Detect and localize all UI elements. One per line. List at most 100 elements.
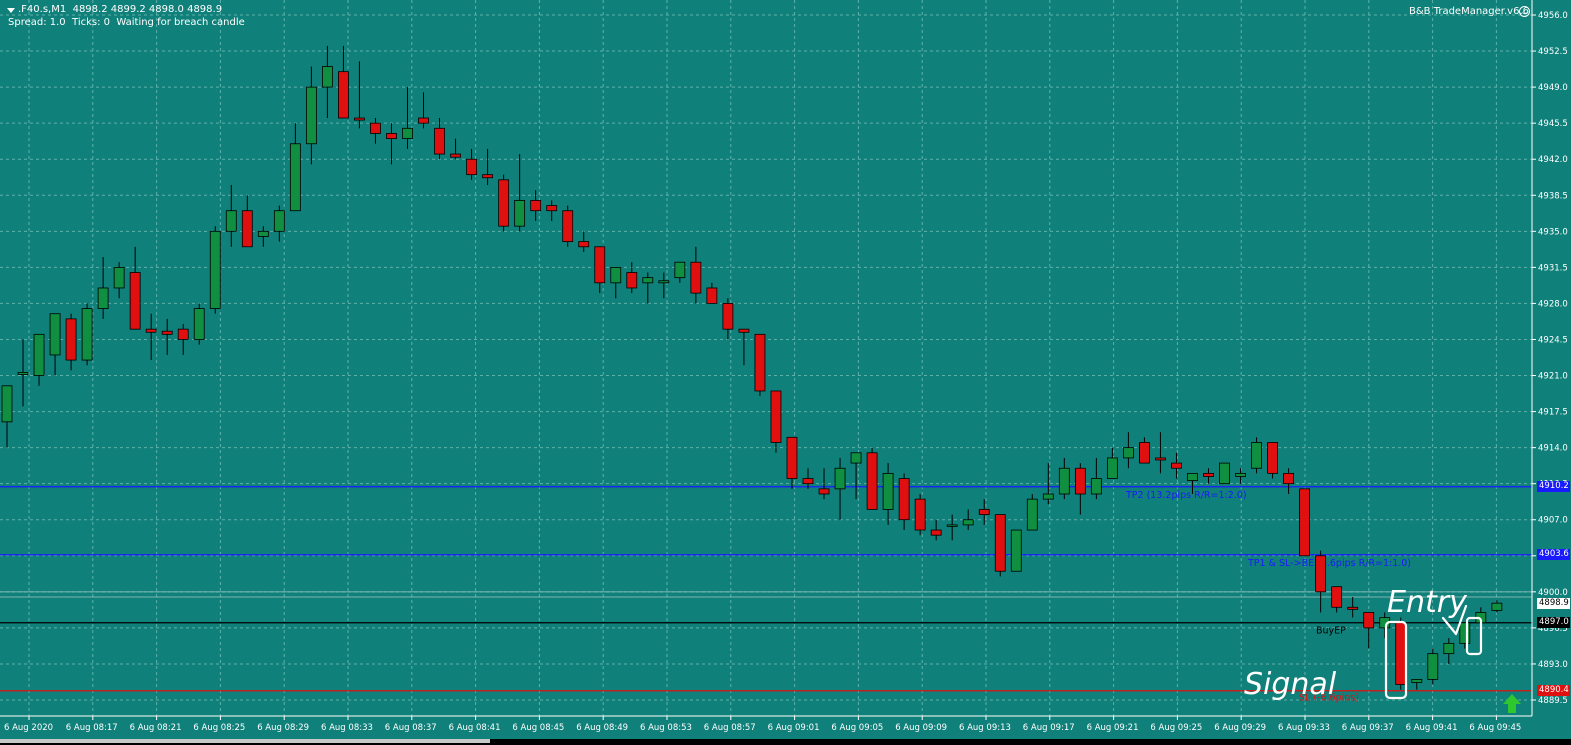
candle-body: [706, 287, 718, 304]
candle-body: [786, 436, 798, 479]
candle-body: [1139, 442, 1150, 464]
candle-body: [866, 452, 878, 510]
status-line: Spread: 1.0 Ticks: 0 Waiting for breach …: [8, 17, 245, 28]
horizontal-scrollbar[interactable]: [0, 739, 490, 743]
price-tick-label: 4938.5: [1538, 191, 1568, 201]
candle-body: [802, 478, 814, 485]
price-tick-label: 4924.5: [1538, 335, 1568, 345]
candle-body: [578, 241, 590, 248]
chart-menu-arrow-icon[interactable]: [7, 8, 15, 13]
time-tick-label: 6 Aug 09:25: [1150, 723, 1202, 733]
price-tick-label: 4956.0: [1538, 11, 1568, 21]
time-tick-label: 6 Aug 08:53: [640, 723, 692, 733]
hand-annotations: Signal Entry: [1244, 585, 1521, 713]
price-tick-label: 4917.5: [1538, 408, 1568, 418]
candle-body: [962, 519, 974, 526]
candle-body: [97, 287, 109, 309]
level-label-buyep: BuyEP: [1316, 626, 1346, 637]
candle-body: [241, 210, 253, 248]
candle-body: [65, 318, 77, 361]
time-tick-label: 6 Aug 08:17: [66, 723, 118, 733]
price-tick-label: 4942.0: [1538, 155, 1568, 165]
time-tick-label: 6 Aug 08:37: [385, 723, 437, 733]
time-tick-label: 6 Aug 09:05: [831, 723, 883, 733]
candle-body: [257, 230, 269, 237]
candle-body: [338, 71, 349, 119]
time-tick-label: 6 Aug 08:49: [576, 723, 628, 733]
ohlc-values: 4898.2 4899.2 4898.0 4898.9: [72, 4, 223, 15]
time-tick-label: 6 Aug 2020: [4, 723, 53, 733]
candle-body: [946, 524, 958, 527]
candle-body: [1187, 472, 1198, 481]
time-tick-label: 6 Aug 08:45: [512, 723, 564, 733]
candle-body: [770, 390, 782, 443]
price-tick-label: 4945.5: [1538, 119, 1568, 129]
price-tick-label: 4949.0: [1538, 83, 1568, 93]
candle-body: [850, 452, 862, 464]
current-price-tag: 4898.9: [1537, 597, 1570, 609]
symbol-name: .F40.s,M1: [18, 4, 67, 15]
time-tick-label: 6 Aug 09:21: [1087, 723, 1139, 733]
candle-body: [273, 210, 285, 232]
candle-body: [738, 328, 750, 333]
price-chart[interactable]: TP2 (13.2pips R/R=1:2.0) TP1 & SL->BE (6.…: [0, 0, 1571, 745]
candle-body: [1331, 586, 1343, 608]
price-tick-label: 4928.0: [1538, 299, 1568, 309]
time-tick-label: 6 Aug 08:29: [257, 723, 309, 733]
price-tag-tp1: 4903.6: [1537, 549, 1570, 561]
candle-body: [370, 122, 381, 134]
time-tick-label: 6 Aug 09:13: [959, 723, 1011, 733]
candle-body: [1171, 462, 1182, 469]
smiley-icon[interactable]: [1519, 6, 1530, 17]
candle-body: [193, 308, 205, 340]
candle-body: [1106, 457, 1118, 479]
candle-body: [289, 143, 301, 212]
candle-body: [1315, 555, 1327, 593]
candle-body: [1427, 653, 1439, 680]
price-tick-label: 4931.5: [1538, 263, 1568, 273]
chart-grid: [0, 0, 1532, 716]
buy-arrow-icon: [1503, 694, 1521, 713]
candle-body: [658, 280, 670, 284]
candle-body: [626, 272, 638, 289]
price-tick-label: 4907.0: [1538, 516, 1568, 526]
candle-body: [530, 200, 542, 212]
candle-body: [546, 205, 558, 212]
chart-window[interactable]: TP2 (13.2pips R/R=1:2.0) TP1 & SL->BE (6.…: [0, 0, 1571, 745]
candle-body: [1251, 442, 1262, 469]
candle-body: [161, 330, 173, 335]
candle-body: [418, 117, 429, 124]
time-tick-label: 6 Aug 09:09: [895, 723, 947, 733]
candle-body: [1283, 472, 1294, 485]
price-tag-buyep: 4897.0: [1537, 617, 1570, 629]
candle-body: [177, 328, 189, 340]
candle-body: [1219, 462, 1230, 485]
time-tick-label: 6 Aug 08:21: [130, 723, 182, 733]
candle-body: [722, 303, 734, 330]
candle-body: [1459, 622, 1471, 644]
candle-body: [690, 261, 702, 294]
time-tick-label: 6 Aug 09:33: [1278, 723, 1330, 733]
candle-body: [305, 86, 317, 145]
price-tick-label: 4889.5: [1538, 696, 1568, 706]
candle-body: [1395, 622, 1407, 685]
candle-body: [898, 478, 910, 521]
candle-body: [1203, 472, 1214, 477]
candle-body: [834, 467, 846, 490]
candle-body: [642, 277, 654, 284]
candle-body: [1267, 442, 1278, 474]
candle-body: [17, 372, 29, 375]
time-tick-label: 6 Aug 09:37: [1342, 723, 1394, 733]
price-tag-tp2: 4910.2: [1537, 481, 1570, 493]
price-tick-label: 4914.0: [1538, 444, 1568, 454]
candle-body: [466, 158, 477, 176]
time-tick-label: 6 Aug 08:57: [704, 723, 756, 733]
candlestick-series: [1, 45, 1503, 690]
candle-body: [610, 266, 622, 284]
candle-body: [594, 246, 606, 284]
time-tick-label: 6 Aug 09:17: [1023, 723, 1075, 733]
trade-manager-label: B&B TradeManager.v6.6: [1409, 6, 1529, 17]
candle-body: [514, 200, 526, 227]
candle-body: [1074, 467, 1086, 495]
candle-body: [1010, 529, 1022, 572]
